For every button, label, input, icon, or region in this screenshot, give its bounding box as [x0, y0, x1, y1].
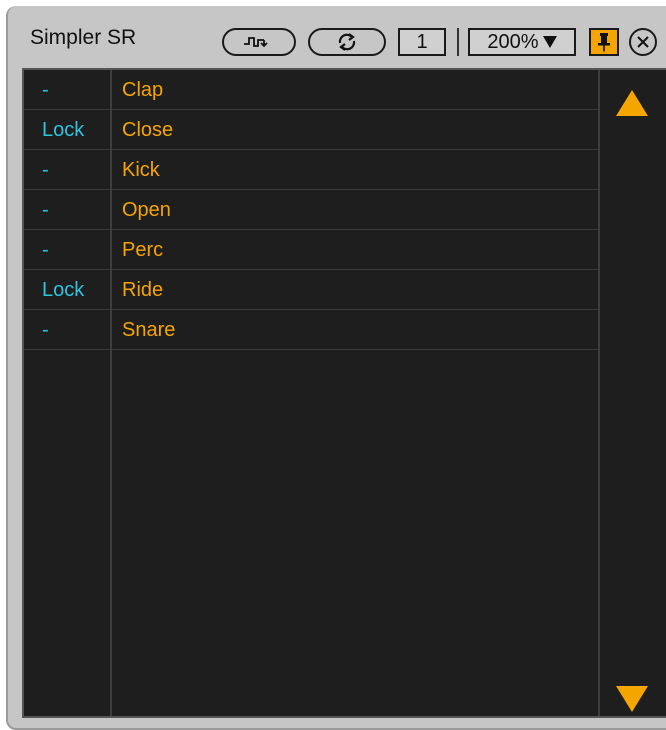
wave-arrow-icon — [244, 37, 268, 48]
list-item[interactable]: Lock Close — [24, 110, 598, 150]
sample-name[interactable]: Kick — [112, 150, 598, 190]
zoom-dropdown[interactable]: 200% — [468, 28, 576, 56]
lock-status[interactable]: Lock — [24, 110, 110, 150]
lock-status[interactable]: - — [24, 310, 110, 350]
close-icon — [637, 36, 649, 48]
sample-name[interactable]: Ride — [112, 270, 598, 310]
list-item[interactable]: - Kick — [24, 150, 598, 190]
sample-name[interactable]: Clap — [112, 70, 598, 110]
scroll-divider — [598, 70, 600, 716]
zoom-value: 200% — [487, 30, 539, 53]
lock-status[interactable]: Lock — [24, 270, 110, 310]
title-bar: Simpler SR 1 200% — [8, 6, 666, 68]
lock-status[interactable]: - — [24, 190, 110, 230]
toolbar-separator — [457, 28, 459, 56]
sample-name[interactable]: Close — [112, 110, 598, 150]
plugin-window: Simpler SR 1 200% - Clap Lock Close - Ki… — [6, 6, 666, 730]
lock-status[interactable]: - — [24, 70, 110, 110]
loop-arrow-icon — [338, 33, 356, 51]
lock-status[interactable]: - — [24, 150, 110, 190]
channel-number: 1 — [416, 30, 428, 53]
sample-name[interactable]: Snare — [112, 310, 598, 350]
list-item[interactable]: - Open — [24, 190, 598, 230]
pin-icon — [598, 33, 610, 52]
sample-list-panel: - Clap Lock Close - Kick - Open - Perc Lock Ride - Sn… — [22, 68, 666, 718]
sample-name[interactable]: Open — [112, 190, 598, 230]
pin-button[interactable] — [589, 28, 619, 56]
scroll-up-arrow-icon[interactable] — [616, 90, 648, 116]
wave-button[interactable] — [222, 28, 296, 56]
close-button[interactable] — [629, 28, 657, 56]
scroll-down-arrow-icon[interactable] — [616, 686, 648, 712]
list-item[interactable]: Lock Ride — [24, 270, 598, 310]
chevron-down-icon — [542, 36, 557, 48]
lock-status[interactable]: - — [24, 230, 110, 270]
loop-button[interactable] — [308, 28, 386, 56]
list-item[interactable]: - Clap — [24, 70, 598, 110]
channel-number-button[interactable]: 1 — [398, 28, 446, 56]
list-item[interactable]: - Snare — [24, 310, 598, 350]
list-item[interactable]: - Perc — [24, 230, 598, 270]
sample-name[interactable]: Perc — [112, 230, 598, 270]
window-title: Simpler SR — [30, 26, 137, 49]
